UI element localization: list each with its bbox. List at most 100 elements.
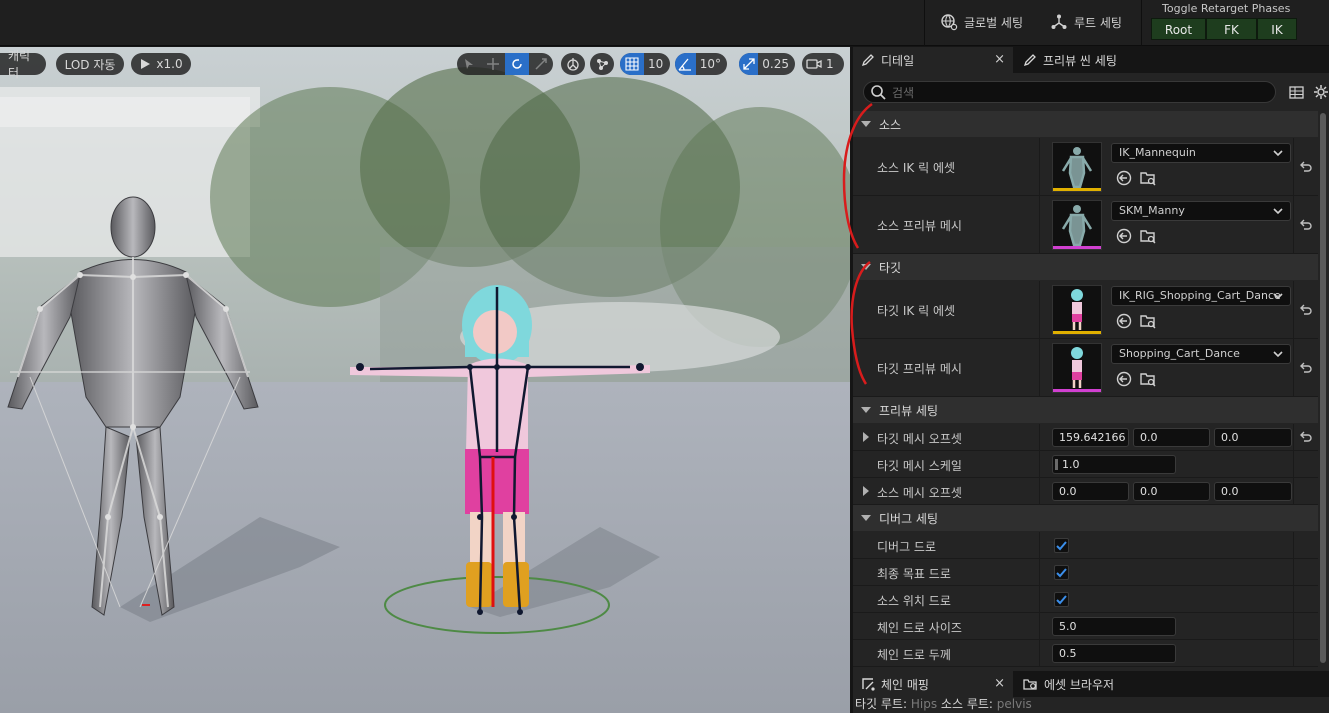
grid-size-value[interactable]: 10 [644,57,669,71]
source-mesh-offset-label: 소스 메시 오프셋 [877,486,962,500]
scale-tool[interactable] [529,53,553,75]
reset-to-default-icon[interactable] [1299,160,1313,174]
source-offset-y-field[interactable]: 0.0 [1133,482,1210,501]
grid-icon [625,57,639,71]
target-offset-x-field[interactable]: 159.642166 [1052,428,1129,447]
browse-to-asset-icon[interactable] [1139,370,1157,388]
tab-preview-scene-settings[interactable]: 프리뷰 씬 세팅 [1015,47,1155,73]
chain-draw-size-field[interactable]: 5.0 [1052,617,1176,636]
expand-arrow-icon[interactable] [863,486,869,496]
expand-arrow-icon[interactable] [863,432,869,442]
rotate-tool[interactable] [505,53,529,75]
world-local-toggle[interactable] [561,53,585,75]
target-preview-mesh-combo[interactable]: Shopping_Cart_Dance [1111,344,1291,364]
scale-snap-toggle[interactable] [739,53,759,75]
collapse-arrow-icon [861,515,871,521]
scrollbar-thumb[interactable] [1320,113,1326,663]
table-view-icon[interactable] [1289,85,1304,100]
chain-draw-thickness-field[interactable]: 0.5 [1052,644,1176,663]
use-selected-asset-icon[interactable] [1115,370,1133,388]
top-toolbar: 글로벌 세팅 루트 세팅 Toggle Retarget Phases Root… [0,0,1329,46]
chevron-down-icon [1273,293,1283,300]
root-settings-button[interactable]: 루트 세팅 [1050,10,1122,34]
final-goal-draw-checkbox[interactable] [1054,565,1069,580]
surface-snap-toggle[interactable] [590,53,614,75]
grid-snap-toggle[interactable] [620,53,644,75]
reset-to-default-icon[interactable] [1299,361,1313,375]
close-tab-icon[interactable]: × [994,676,1005,691]
grid-snap-group[interactable]: 10 [620,53,670,75]
category-source[interactable]: 소스 [853,111,1318,137]
scale-snap-value[interactable]: 0.25 [758,57,795,71]
phase-ik-toggle[interactable]: IK [1257,18,1297,40]
source-ik-rig-combo[interactable]: IK_Mannequin [1111,143,1291,163]
phase-fk-toggle[interactable]: FK [1206,18,1257,40]
rotation-snap-group[interactable]: 10° [675,53,727,75]
source-ik-rig-thumbnail[interactable] [1052,142,1102,192]
column-divider [1039,339,1040,396]
tab-details[interactable]: 디테일 × [853,47,1013,73]
tab-asset-browser[interactable]: 에셋 브라우저 [1015,671,1155,697]
reset-to-default-icon[interactable] [1299,218,1313,232]
source-preview-mesh-combo[interactable]: SKM_Manny [1111,201,1291,221]
final-goal-draw-label: 최종 목표 드로 [877,567,951,581]
search-input[interactable]: 검색 [863,81,1276,103]
chain-mapping-tab-label: 체인 매핑 [881,677,929,692]
rotation-snap-value[interactable]: 10° [696,57,727,71]
gear-icon[interactable] [1313,84,1329,100]
target-offset-y-field[interactable]: 0.0 [1133,428,1210,447]
debug-draw-checkbox[interactable] [1054,538,1069,553]
camera-speed-value[interactable]: 1 [826,57,840,71]
rotate-icon [512,59,522,69]
row-final-goal-draw: 최종 목표 드로 [853,559,1318,586]
source-preview-mesh-value: SKM_Manny [1119,204,1185,217]
phase-root-toggle[interactable]: Root [1151,18,1206,40]
row-source-ik-rig: 소스 IK 릭 에셋 IK_Mannequin [853,138,1318,196]
toolbar-separator [924,0,925,46]
character-menu[interactable]: 캐릭터 [0,49,46,80]
category-debug-settings[interactable]: 디버그 세팅 [853,505,1318,531]
target-ik-rig-thumbnail[interactable] [1052,285,1102,335]
browse-to-asset-icon[interactable] [1139,227,1157,245]
use-selected-asset-icon[interactable] [1115,169,1133,187]
browse-to-asset-icon[interactable] [1139,312,1157,330]
target-ik-rig-combo[interactable]: IK_RIG_Shopping_Cart_Dance [1111,286,1291,306]
source-offset-z-field[interactable]: 0.0 [1214,482,1292,501]
lod-menu[interactable]: LOD 자동 [56,53,124,75]
move-tool[interactable] [481,53,505,75]
checkmark-icon [1056,541,1067,551]
browse-to-asset-icon[interactable] [1139,169,1157,187]
camera-speed-group[interactable]: 1 [802,53,844,75]
select-tool[interactable] [457,53,481,75]
use-selected-asset-icon[interactable] [1115,227,1133,245]
rotation-snap-toggle[interactable] [675,53,696,75]
row-chain-draw-thickness: 체인 드로 두께 0.5 [853,640,1318,667]
slider-handle[interactable] [1055,459,1058,470]
column-divider [1293,613,1294,639]
use-selected-asset-icon[interactable] [1115,312,1133,330]
target-mesh-offset-label: 타깃 메시 오프셋 [877,432,962,446]
target-offset-z-field[interactable]: 0.0 [1214,428,1292,447]
category-target[interactable]: 타깃 [853,254,1318,280]
source-preview-mesh-thumbnail[interactable] [1052,200,1102,250]
close-tab-icon[interactable]: × [994,52,1005,67]
tab-chain-mapping[interactable]: 체인 매핑 × [853,671,1013,697]
camera-speed-toggle[interactable] [802,53,826,75]
global-settings-button[interactable]: 글로벌 세팅 [940,10,1023,34]
details-scrollbar[interactable] [1320,113,1326,663]
source-offset-x-field[interactable]: 0.0 [1052,482,1129,501]
3d-viewport[interactable]: 캐릭터 LOD 자동 x1.0 10 10° 0.25 1 [0,47,850,713]
row-source-preview-mesh: 소스 프리뷰 메시 SKM_Manny [853,196,1318,254]
target-preview-mesh-thumbnail[interactable] [1052,343,1102,393]
reset-to-default-icon[interactable] [1299,430,1313,444]
row-chain-draw-size: 체인 드로 사이즈 5.0 [853,613,1318,640]
scale-snap-group[interactable]: 0.25 [739,53,795,75]
target-mesh-scale-field[interactable]: 1.0 [1052,455,1176,474]
category-preview-settings[interactable]: 프리뷰 세팅 [853,397,1318,423]
column-divider [1039,640,1040,666]
play-speed-button[interactable]: x1.0 [131,53,191,75]
reset-to-default-icon[interactable] [1299,303,1313,317]
collapse-arrow-icon [861,264,871,270]
source-location-draw-checkbox[interactable] [1054,592,1069,607]
source-preview-mesh-label: 소스 프리뷰 메시 [877,219,962,233]
